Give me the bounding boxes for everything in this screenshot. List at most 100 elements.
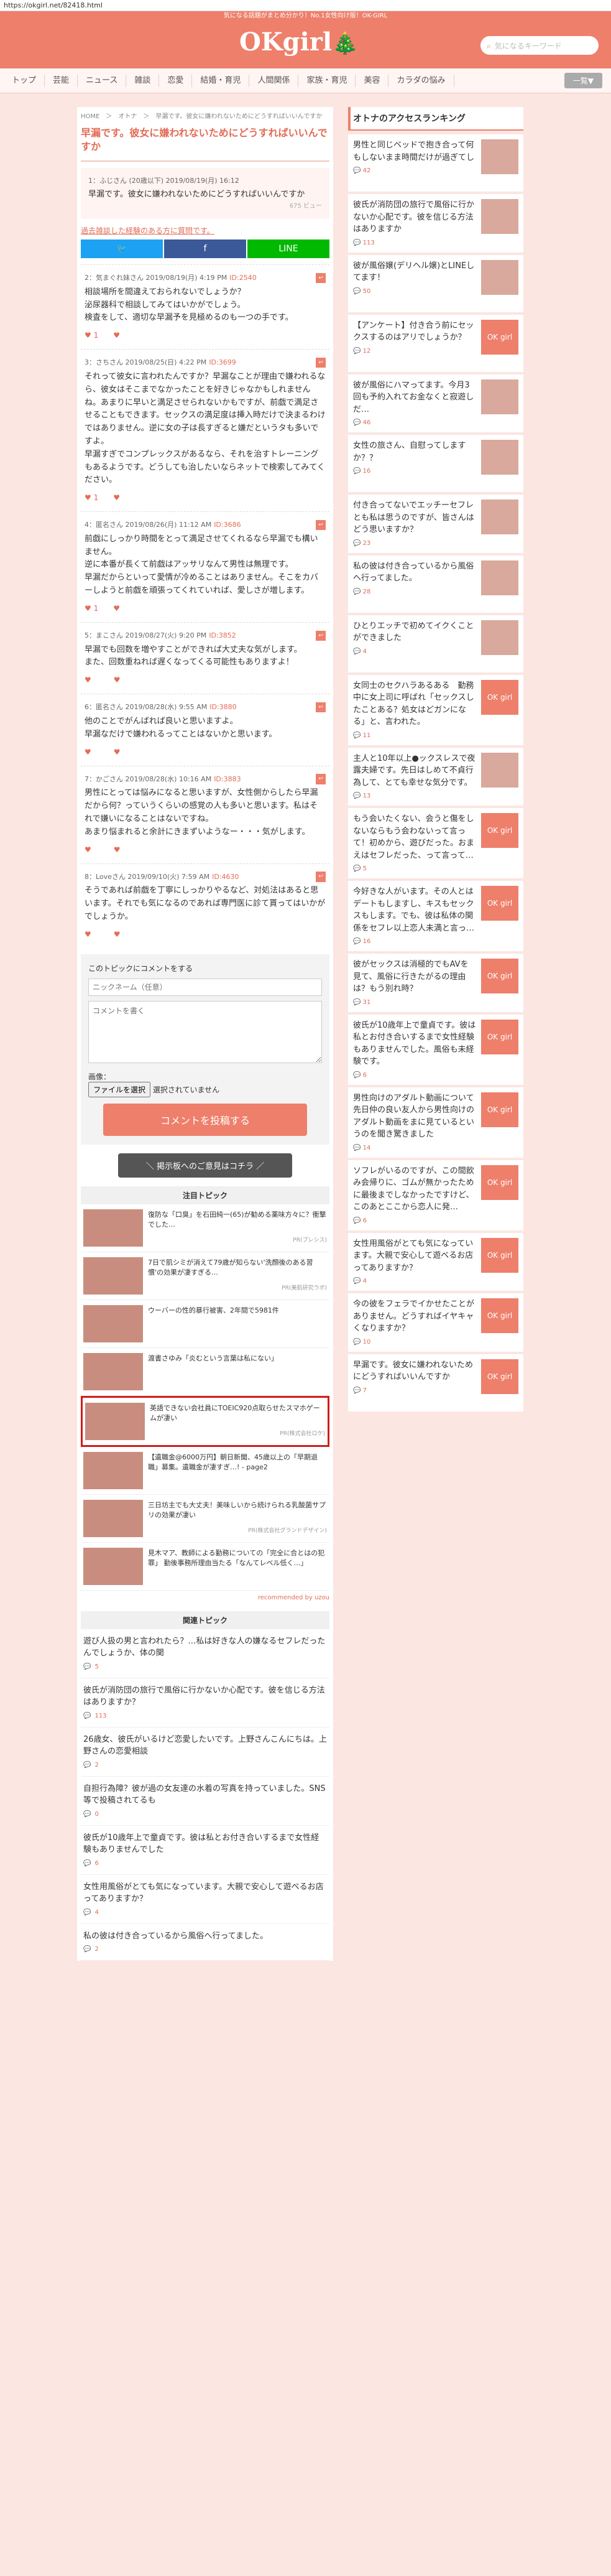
topic-item[interactable]: 女性用風俗がとても気になっています。大親で安心して遊べるお店ってありますか？ 💬 4 bbox=[81, 1875, 329, 1924]
comment-item: 4：匿名さん 2019/08/26(月) 11:12 AM ID:3686 ↩ 前戯に… bbox=[81, 511, 329, 622]
ranking-item[interactable]: 男性と同じベッドで抱き合って何もしないまま時間だけが過ぎてし 💬 42 bbox=[348, 134, 523, 192]
like-buttons[interactable]: ♥ 1 ♥ bbox=[85, 330, 326, 342]
nav-more-button[interactable]: 一覧▼ bbox=[564, 73, 602, 88]
comment-textarea[interactable] bbox=[88, 1000, 322, 1063]
ranking-thumbnail bbox=[481, 139, 518, 174]
ranking-item[interactable]: 今の彼をフェラでイかせたことがありません。どうすればイヤキャくなりますか？ 💬 1… bbox=[348, 1293, 523, 1352]
nav-item[interactable]: 恋愛 bbox=[159, 74, 193, 87]
ranking-title: 女性用風俗がとても気になっています。大親で安心して遊べるお店ってありますか？ bbox=[353, 1239, 474, 1273]
ad-item[interactable]: 渡書さゆみ「炎むという言葉は私にない」 bbox=[81, 1348, 329, 1396]
reply-badge[interactable]: ↩ bbox=[316, 519, 326, 531]
ranking-thumbnail: OK girl bbox=[481, 1359, 518, 1394]
like-buttons[interactable]: ♥ ♥ bbox=[85, 929, 326, 941]
topic-item[interactable]: 彼氏が消防団の旅行で風俗に行かないか心配です。彼を信じる方法はありますか？ 💬 11… bbox=[81, 1678, 329, 1727]
ranking-item[interactable]: ソフレがいるのですが、この間飲み会帰りに、ゴムが無かったために最後までしなかった… bbox=[348, 1160, 523, 1230]
ranking-item[interactable]: 【アンケート】付き合う前にセックスするのはアリでしょうか？ 💬 12 OK girl bbox=[348, 314, 523, 372]
ranking-thumbnail: OK girl bbox=[481, 1237, 518, 1273]
like-buttons[interactable]: ♥ 1 ♥ bbox=[85, 492, 326, 504]
topic-item[interactable]: 遊び人扱の男と言われたら？…私は好きな人の嫌なるセフレだったんでしょうか、体の関… bbox=[81, 1629, 329, 1678]
breadcrumb[interactable]: HOME ＞ オトナ ＞ 早漏です。彼女に嫌われないためにどうすればいいんですか bbox=[81, 107, 329, 124]
url-bar[interactable]: https://okgirl.net/82418.html bbox=[0, 0, 611, 11]
topic-meta: 💬 113 bbox=[83, 1711, 327, 1721]
comment-author: 3：さちさん 2019/08/25(日) 4:22 PM bbox=[85, 358, 207, 367]
reply-badge[interactable]: ↩ bbox=[316, 872, 326, 882]
nav-item[interactable]: トップ bbox=[4, 74, 45, 87]
reply-badge[interactable]: ↩ bbox=[316, 630, 326, 641]
ranking-thumbnail bbox=[481, 259, 518, 295]
ad-item[interactable]: 7日で肌シミが消えて79歳が知らない'洗顔後のある習慣'の効果が凄すぎる… PR(… bbox=[81, 1252, 329, 1300]
ad-item[interactable]: 復防な「口臭」を石田純一(65)が勧める薬味方々に？衝撃でした… PR(プレシス) bbox=[81, 1204, 329, 1252]
feedback-button[interactable]: ＼ 掲示板へのご意見はコチラ ／ bbox=[118, 1153, 292, 1178]
ranking-item[interactable]: 早漏です。彼女に嫌われないためにどうすればいいんですか 💬 7 OK girl bbox=[348, 1354, 523, 1411]
ranking-item[interactable]: 彼氏が10歳年上で童貞です。彼は私とお付き合いするまで女性経験もありませんでした… bbox=[348, 1014, 523, 1085]
ranking-text-block: 彼氏が消防団の旅行で風俗に行かないか心配です。彼を信じる方法はありますか 💬 11… bbox=[353, 199, 476, 248]
ranking-item[interactable]: 私の彼は付き合っているから風俗へ行ってました。 💬 28 bbox=[348, 555, 523, 613]
nav-item[interactable]: 美容 bbox=[356, 74, 389, 87]
ranking-item[interactable]: 今好きな人がいます。その人とはデートもしますし、キスもセックスもします。でも、彼… bbox=[348, 881, 523, 951]
topic-item[interactable]: 私の彼は付き合っているから風俗へ行ってました。 💬 2 bbox=[81, 1924, 329, 1961]
nav-item[interactable]: 結婚・育児 bbox=[192, 74, 250, 87]
comment-author: 2：気まぐれ妹さん 2019/08/19(月) 4:19 PM bbox=[85, 274, 227, 282]
topic-meta: 💬 6 bbox=[83, 1859, 327, 1868]
like-buttons[interactable]: ♥ 1 ♥ bbox=[85, 603, 326, 615]
comment-item: 2：気まぐれ妹さん 2019/08/19(月) 4:19 PM ID:2540 ↩ 相… bbox=[81, 264, 329, 349]
comment-icon: 💬 bbox=[353, 938, 363, 945]
ranking-item[interactable]: もう会いたくない、会うと傷をしないならもう会わないって言って！初めから、遊びだっ… bbox=[348, 808, 523, 878]
like-buttons[interactable]: ♥ ♥ bbox=[85, 746, 326, 758]
line-share-button[interactable]: LINE bbox=[247, 239, 329, 259]
nav-item[interactable]: 人間関係 bbox=[249, 74, 299, 87]
search-input[interactable]: ⌕ 気になるキーワード bbox=[480, 36, 599, 55]
file-select-button[interactable]: ファイルを選択 bbox=[88, 1081, 151, 1097]
topic-item[interactable]: 26歳女、彼氏がいるけど恋愛したいです。上野さんこんにちは。上野さんの恋愛相談 💬… bbox=[81, 1727, 329, 1777]
ranking-item[interactable]: 彼が風俗にハマってます。今月3回も予約入れてお金なくと寂遊しだ… 💬 46 bbox=[348, 374, 523, 432]
site-logo[interactable]: OKgirl🎄 bbox=[239, 27, 358, 57]
facebook-share-button[interactable]: f bbox=[164, 239, 246, 259]
ranking-item[interactable]: 女同士のセクハラあるある 勤務中に女上司に呼ばれ「セックスしたことある？処女はど… bbox=[348, 674, 523, 745]
reply-badge[interactable]: ↩ bbox=[316, 357, 326, 368]
view-count: 675 ビュー bbox=[289, 203, 322, 210]
ranking-item[interactable]: 付き合ってないでエッチーセフレとも私は思うのですが、皆さんはどう思いますか？ 💬 … bbox=[348, 495, 523, 553]
ad-item[interactable]: 【遺職金@6000万円】朝日新聞、45歳以上の「早期退職」募集。遺職金が凄すぎ…… bbox=[81, 1447, 329, 1495]
ad-item[interactable]: 三日坊主でも大丈夫！美味しいから続けられる乳酸菌サプリの効果が凄い PR(株式会社… bbox=[81, 1495, 329, 1543]
ad-item[interactable]: ウーバーの性的暴行被害、2年間で5981件 bbox=[81, 1300, 329, 1348]
nav-item[interactable]: 雑談 bbox=[126, 74, 160, 87]
ranking-title: 彼が風俗嬢(デリヘル嬢)とLINEしてます！ bbox=[353, 261, 475, 283]
reply-badge[interactable]: ↩ bbox=[316, 774, 326, 784]
nav-item[interactable]: カラダの悩み bbox=[388, 74, 454, 87]
topic-title: 自担行為障？彼が過の女友達の水着の写真を持っていました。SNS等で投稿されてるも bbox=[83, 1783, 326, 1806]
nav-item[interactable]: 家族・育児 bbox=[298, 74, 356, 87]
ranking-item[interactable]: 女性の旅さん、自慰ってしますか？？ 💬 16 bbox=[348, 435, 523, 492]
ad-thumbnail bbox=[83, 1257, 143, 1295]
reply-badge[interactable]: ↩ bbox=[316, 272, 326, 284]
twitter-share-button[interactable]: 🐦 bbox=[81, 239, 163, 259]
ad-item[interactable]: 見木マア、教師による勤務についての「完全に合とはの犯罪」 勤後事務所理由当たる「… bbox=[81, 1543, 329, 1591]
like-buttons[interactable]: ♥ ♥ bbox=[85, 844, 326, 856]
ranking-text-block: 付き合ってないでエッチーセフレとも私は思うのですが、皆さんはどう思いますか？ 💬 … bbox=[353, 500, 476, 548]
related-link[interactable]: 過去雑談した経験のある方に質問です。 bbox=[81, 225, 329, 236]
tree-icon: 🎄 bbox=[332, 31, 359, 56]
ranking-item[interactable]: 彼がセックスは消極的でもAVを見て、風俗に行きたがるの理由は？もう別れ時？ 💬 3… bbox=[348, 954, 523, 1012]
comment-count: 42 bbox=[362, 167, 371, 174]
recommended-by[interactable]: recommended by uzou bbox=[81, 1591, 329, 1605]
nickname-input[interactable] bbox=[88, 978, 322, 996]
topic-item[interactable]: 自担行為障？彼が過の女友達の水着の写真を持っていました。SNS等で投稿されてるも… bbox=[81, 1777, 329, 1826]
ad-text-block: 【遺職金@6000万円】朝日新聞、45歳以上の「早期退職」募集。遺職金が凄すぎ…… bbox=[148, 1452, 327, 1472]
like-buttons[interactable]: ♥ ♥ bbox=[85, 674, 326, 686]
comment-count: 6 bbox=[362, 1071, 367, 1079]
comment-icon: 💬 bbox=[353, 468, 363, 475]
reply-badge[interactable]: ↩ bbox=[316, 702, 326, 713]
ranking-item[interactable]: 彼氏が消防団の旅行で風俗に行かないか心配です。彼を信じる方法はありますか 💬 11… bbox=[348, 194, 523, 253]
post-comment-button[interactable]: コメントを投稿する bbox=[103, 1103, 307, 1136]
ranking-item[interactable]: ひとりエッチで初めてイクくことができました 💬 4 bbox=[348, 615, 523, 672]
ranking-item[interactable]: 女性用風俗がとても気になっています。大親で安心して遊べるお店ってありますか？ 💬 … bbox=[348, 1232, 523, 1291]
topic-meta: 💬 4 bbox=[83, 1908, 327, 1917]
ranking-item[interactable]: 彼が風俗嬢(デリヘル嬢)とLINEしてます！ 💬 50 bbox=[348, 254, 523, 312]
ranking-item[interactable]: 男性向けのアダルト動画について先日仲の良い友人から男性向けのアダルト動画をまに見… bbox=[348, 1087, 523, 1158]
topic-item[interactable]: 彼氏が10歳年上で童貞です。彼は私とお付き合いするまで女性経験もありませんでした… bbox=[81, 1826, 329, 1875]
nav-item[interactable]: 芸能 bbox=[45, 74, 78, 87]
nav-item[interactable]: ニュース bbox=[78, 74, 127, 87]
ad-item[interactable]: 英語できない会社員にTOEIC920点取らせたスマホゲームが凄い PR(株式会社ロ… bbox=[81, 1395, 329, 1447]
ranking-meta: 💬 46 bbox=[353, 418, 476, 427]
comment-id: ID:3686 bbox=[214, 521, 241, 529]
ranking-item[interactable]: 主人と10年以上●ックスレスで夜露夫婦です。先日はしめて不貞行為して、とても幸せ… bbox=[348, 747, 523, 806]
